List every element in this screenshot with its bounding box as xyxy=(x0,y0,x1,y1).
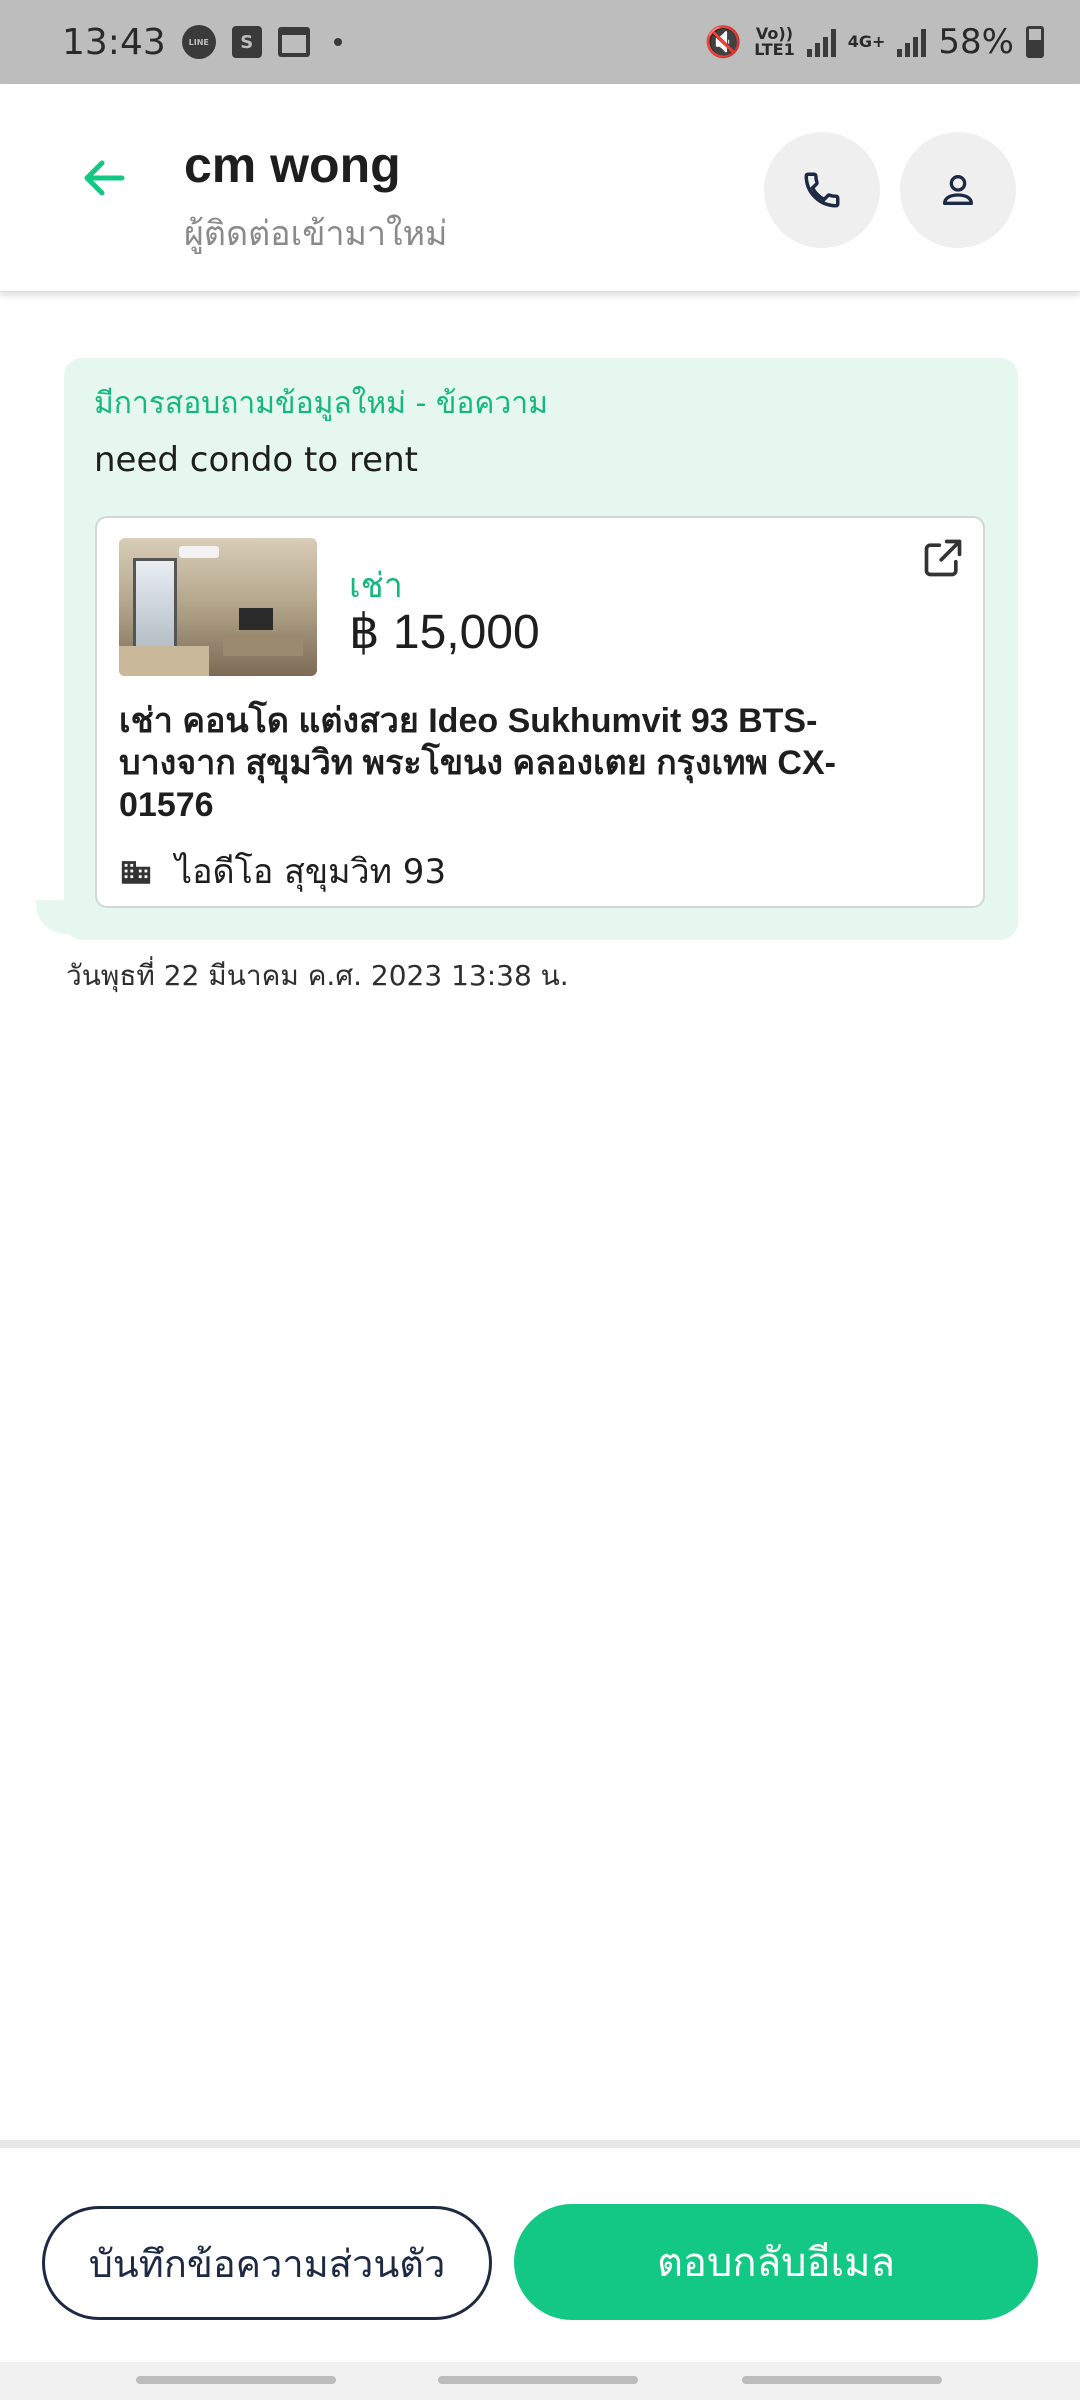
external-link-icon[interactable] xyxy=(921,536,965,580)
line-app-icon: LINE xyxy=(181,25,216,59)
shopping-bag-icon: S xyxy=(231,26,262,58)
contact-subtitle: ผู้ติดต่อเข้ามาใหม่ xyxy=(184,214,448,254)
network-4g-label: 4G+ xyxy=(847,32,886,51)
message-text: need condo to rent xyxy=(94,440,418,480)
signal-2-icon xyxy=(897,27,927,57)
calendar-icon xyxy=(277,27,310,57)
status-right: 🔇 Vo)) LTE1 4G+ 58% xyxy=(705,22,1044,62)
more-notifications-dot-icon xyxy=(333,38,342,46)
private-note-button[interactable]: บันทึกข้อความส่วนตัว xyxy=(42,2206,492,2320)
nav-recents-handle[interactable] xyxy=(136,2376,336,2384)
lte-label: LTE1 xyxy=(754,40,795,59)
listing-price: ฿ 15,000 xyxy=(349,606,540,659)
phone-icon xyxy=(804,172,840,208)
arrow-left-icon xyxy=(84,160,125,196)
battery-percent: 58% xyxy=(938,22,1014,62)
system-nav-bar xyxy=(0,2362,1080,2400)
volte-indicator: Vo)) LTE1 xyxy=(754,26,795,58)
person-icon xyxy=(943,175,973,205)
status-bar: 13:43 LINE S 🔇 Vo)) LTE1 4G+ 58% xyxy=(0,0,1080,84)
status-time: 13:43 xyxy=(62,21,166,63)
profile-button[interactable] xyxy=(900,132,1016,248)
listing-photo xyxy=(119,538,317,676)
battery-icon xyxy=(1026,26,1044,58)
building-icon xyxy=(121,861,151,884)
project-name: ไอดีโอ สุขุมวิท 93 xyxy=(175,852,447,892)
bottom-action-bar: บันทึกข้อความส่วนตัว ตอบกลับอีเมล xyxy=(0,2140,1080,2362)
message-heading: มีการสอบถามข้อมูลใหม่ - ข้อความ xyxy=(94,386,548,421)
contact-name: cm wong xyxy=(184,137,401,193)
status-left: 13:43 LINE S xyxy=(62,22,342,63)
signal-icon xyxy=(806,27,836,57)
call-button[interactable] xyxy=(764,132,880,248)
project-row: ไอดีโอ สุขุมวิท 93 xyxy=(119,844,446,898)
message-bubble-tail xyxy=(36,900,76,934)
back-button[interactable] xyxy=(74,148,134,208)
nav-back-handle[interactable] xyxy=(742,2376,942,2384)
message-timestamp: วันพุธที่ 22 มีนาคม ค.ศ. 2023 13:38 น. xyxy=(66,959,569,992)
app-header: cm wong ผู้ติดต่อเข้ามาใหม่ xyxy=(0,84,1080,292)
nav-home-handle[interactable] xyxy=(438,2376,638,2384)
listing-card[interactable]: เช่า ฿ 15,000 เช่า คอนโด แต่งสวย Ideo Su… xyxy=(95,516,985,908)
mute-icon: 🔇 xyxy=(704,24,743,60)
listing-title: เช่า คอนโด แต่งสวย Ideo Sukhumvit 93 BTS… xyxy=(119,702,836,824)
reply-email-button[interactable]: ตอบกลับอีเมล xyxy=(514,2204,1038,2320)
